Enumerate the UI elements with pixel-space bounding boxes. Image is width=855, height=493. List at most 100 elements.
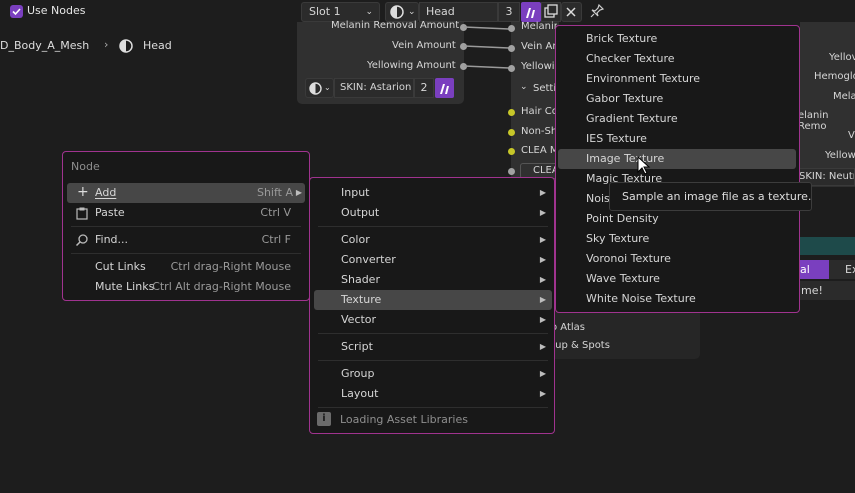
menu-item-find[interactable]: Find... Ctrl F — [67, 230, 305, 250]
tab-inactive[interactable]: Ex — [829, 260, 855, 279]
menu-item-shader[interactable]: Shader ▶ — [314, 270, 552, 290]
menu-item-gradient-texture[interactable]: Gradient Texture — [558, 109, 796, 129]
menu-item-wave-texture[interactable]: Wave Texture — [558, 269, 796, 289]
menu-item-group[interactable]: Group ▶ — [314, 364, 552, 384]
chevron-down-icon: ⌄ — [324, 83, 331, 92]
menu-item-sky-texture[interactable]: Sky Texture — [558, 229, 796, 249]
material-browse-button[interactable]: ⌄ — [385, 2, 419, 22]
plus-icon: + — [77, 184, 89, 200]
menu-item-mute-links[interactable]: Mute Links Ctrl Alt drag-Right Mouse — [67, 277, 305, 297]
menu-separator — [318, 226, 548, 227]
menu-item-image-texture[interactable]: Image Texture — [558, 149, 796, 169]
unlink-material-button[interactable] — [561, 2, 582, 22]
menu-item-paste[interactable]: Paste Ctrl V — [67, 203, 305, 223]
add-submenu: Input ▶ Output ▶ Color ▶ Converter ▶ Shader ▶… — [309, 177, 555, 434]
fake-user-icon — [526, 8, 535, 18]
menu-item-add[interactable]: + Add Shift A ▶ — [67, 183, 305, 203]
input-socket[interactable] — [508, 25, 515, 32]
slot-dropdown[interactable]: Slot 1 ⌄ — [301, 2, 380, 22]
menu-item-white-noise-texture[interactable]: White Noise Texture — [558, 289, 796, 309]
fake-user-button[interactable] — [521, 2, 541, 22]
menu-item-label: Voronoi Texture — [586, 252, 671, 265]
group-browse-button[interactable]: ⌄ — [305, 78, 334, 98]
pin-button[interactable] — [589, 3, 605, 19]
menu-item-texture[interactable]: Texture ▶ — [314, 290, 552, 310]
submenu-arrow-icon: ▶ — [539, 389, 546, 398]
fake-user-icon — [440, 84, 449, 94]
tab-label: al — [800, 263, 810, 276]
menu-separator — [71, 253, 301, 254]
socket-label: Yellowing — [521, 61, 557, 72]
breadcrumb-material: Head — [143, 39, 172, 52]
submenu-arrow-icon: ▶ — [539, 275, 546, 284]
menu-item-label: Sky Texture — [586, 232, 650, 245]
menu-item-script[interactable]: Script ▶ — [314, 337, 552, 357]
input-socket[interactable] — [508, 109, 515, 116]
menu-item-brick-texture[interactable]: Brick Texture — [558, 29, 796, 49]
socket-label: Non-Shiny — [521, 126, 557, 137]
menu-item-checker-texture[interactable]: Checker Texture — [558, 49, 796, 69]
menu-item-label: Wave Texture — [586, 272, 660, 285]
pin-icon — [590, 3, 605, 18]
menu-item-shortcut: Ctrl Alt drag-Right Mouse — [152, 280, 291, 293]
menu-item-gabor-texture[interactable]: Gabor Texture — [558, 89, 796, 109]
list-item: o Atlas — [551, 322, 585, 333]
user-count-text: 3 — [505, 5, 513, 18]
far-right-node[interactable] — [800, 22, 855, 187]
tooltip: Sample an image file as a texture. — [609, 182, 812, 211]
material-name-field[interactable]: Head — [419, 2, 498, 22]
list-item: eup & Spots — [549, 340, 610, 351]
group-name-field[interactable]: SKIN: Astarion — [334, 78, 414, 98]
user-count[interactable]: 3 — [498, 2, 520, 22]
duplicate-icon — [544, 4, 558, 18]
socket-label: Vein Amount — [392, 40, 456, 51]
loading-status: Loading Asset Libraries — [340, 413, 468, 426]
socket-label: Yellowing Amount — [367, 60, 456, 71]
menu-item-vector[interactable]: Vector ▶ — [314, 310, 552, 330]
menu-item-shortcut: Ctrl V — [260, 206, 291, 219]
submenu-arrow-icon: ▶ — [539, 188, 546, 197]
chevron-down-icon: ⌄ — [520, 82, 528, 92]
search-icon — [75, 234, 88, 247]
chevron-down-icon: ⌄ — [408, 7, 416, 17]
menu-item-label: Script — [341, 340, 373, 353]
menu-separator — [318, 333, 548, 334]
menu-item-label: Image Texture — [586, 152, 665, 165]
menu-item-cut-links[interactable]: Cut Links Ctrl drag-Right Mouse — [67, 257, 305, 277]
menu-item-color[interactable]: Color ▶ — [314, 230, 552, 250]
menu-title: Node — [71, 160, 100, 173]
tooltip-text: Sample an image file as a texture. — [622, 190, 812, 203]
submenu-arrow-icon: ▶ — [539, 295, 546, 304]
info-icon: i — [317, 412, 331, 426]
menu-item-input[interactable]: Input ▶ — [314, 183, 552, 203]
group-fake-user-button[interactable] — [435, 78, 454, 98]
node-links — [463, 26, 511, 69]
menu-item-output[interactable]: Output ▶ — [314, 203, 552, 223]
menu-item-label: Mute Links — [95, 280, 155, 293]
duplicate-material-button[interactable] — [541, 2, 561, 22]
menu-item-voronoi-texture[interactable]: Voronoi Texture — [558, 249, 796, 269]
input-socket[interactable] — [508, 129, 515, 136]
input-socket[interactable] — [508, 148, 515, 155]
menu-item-point-density[interactable]: Point Density — [558, 209, 796, 229]
tab-label: Ex — [845, 263, 855, 276]
material-sphere-icon — [390, 5, 404, 19]
menu-item-converter[interactable]: Converter ▶ — [314, 250, 552, 270]
menu-item-label: White Noise Texture — [586, 292, 696, 305]
menu-item-label: Add — [95, 186, 117, 199]
menu-item-label: Group — [341, 367, 375, 380]
input-socket[interactable] — [508, 168, 515, 175]
socket-label: elanin Remo — [798, 110, 829, 132]
use-nodes-checkbox[interactable] — [10, 5, 23, 18]
submenu-arrow-icon: ▶ — [295, 188, 302, 197]
input-socket[interactable] — [508, 45, 515, 52]
menu-item-shortcut: Ctrl F — [261, 233, 291, 246]
menu-separator — [71, 226, 301, 227]
menu-item-ies-texture[interactable]: IES Texture — [558, 129, 796, 149]
group-user-count-text: 2 — [420, 81, 428, 94]
menu-item-layout[interactable]: Layout ▶ — [314, 384, 552, 404]
menu-item-environment-texture[interactable]: Environment Texture — [558, 69, 796, 89]
group-user-count[interactable]: 2 — [414, 78, 434, 98]
input-socket[interactable] — [508, 65, 515, 72]
note-field[interactable]: me! — [794, 281, 855, 300]
